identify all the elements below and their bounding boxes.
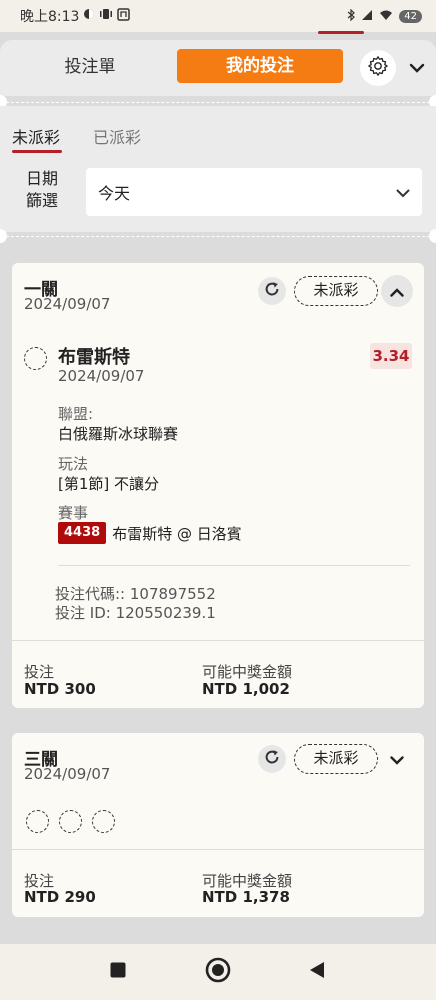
system-nav-bar (0, 944, 436, 1000)
divider (12, 640, 424, 641)
bet-date: 2024/09/07 (24, 765, 111, 783)
bet-code: 投注代碼:: 107897552 (55, 585, 216, 603)
expand-card-button[interactable] (384, 746, 410, 772)
square-nav-icon (110, 962, 126, 982)
selection-date: 2024/09/07 (58, 367, 145, 385)
league-label: 聯盟: (58, 405, 94, 423)
refresh-button[interactable] (258, 277, 286, 305)
payout-value: NTD 1,002 (202, 680, 290, 698)
bet-card: 三關 2024/09/07 未派彩 投注 NTD 290 可能中獎金額 NTD … (12, 733, 424, 917)
bet-header: 投注單 我的投注 (0, 40, 436, 96)
leg-indicator (92, 810, 115, 833)
vibrate-icon (99, 8, 113, 24)
payout-label: 可能中獎金額 (202, 663, 293, 681)
battery-indicator: 42 (399, 9, 422, 23)
bet-id: 投注 ID: 120550239.1 (55, 604, 216, 622)
event-label: 賽事 (58, 504, 89, 522)
stake-value: NTD 290 (24, 888, 96, 906)
bluetooth-icon (347, 8, 356, 24)
tab-my-bets[interactable]: 我的投注 (177, 49, 343, 83)
stake-value: NTD 300 (24, 680, 96, 698)
signal-icon (361, 9, 373, 24)
home-nav-icon (205, 957, 231, 987)
recents-button[interactable] (98, 952, 138, 992)
payout-value: NTD 1,378 (202, 888, 290, 906)
refresh-icon (263, 280, 281, 302)
ticket-separator (6, 102, 430, 103)
refresh-icon (263, 748, 281, 770)
tab-unsettled[interactable]: 未派彩 (12, 124, 60, 148)
tab-settled[interactable]: 已派彩 (93, 124, 141, 148)
refresh-button[interactable] (258, 745, 286, 773)
back-nav-icon (309, 961, 325, 983)
tab-bet-slip[interactable]: 投注單 (20, 52, 160, 82)
selection-radio[interactable] (24, 347, 47, 370)
dnd-icon (83, 8, 95, 24)
date-filter-label: 日期 篩選 (25, 169, 58, 210)
selection-name: 布雷斯特 (58, 347, 130, 368)
home-button[interactable] (198, 952, 238, 992)
date-filter-select[interactable]: 今天 (86, 168, 422, 216)
ticket-separator (6, 236, 430, 237)
bet-card: 一關 2024/09/07 未派彩 布雷斯特 2024/09/07 3.34 聯… (12, 263, 424, 708)
status-bar: 晚上8:13 42 (0, 0, 436, 32)
status-time: 晚上8:13 (20, 9, 80, 25)
chevron-down-icon (409, 58, 425, 77)
market-label: 玩法 (58, 455, 89, 473)
leg-indicator (59, 810, 82, 833)
chevron-up-icon (390, 282, 404, 301)
settings-button[interactable] (360, 50, 396, 86)
market-value: [第1節] 不讓分 (58, 475, 160, 493)
nfc-icon (117, 7, 131, 25)
leg-indicator (26, 810, 49, 833)
divider (12, 849, 424, 850)
collapse-card-button[interactable] (381, 275, 413, 307)
event-id-badge: 4438 (58, 522, 107, 544)
header-accent-line (318, 31, 364, 34)
status-badge: 未派彩 (294, 276, 378, 306)
stake-label: 投注 (24, 663, 55, 681)
status-badge: 未派彩 (294, 744, 378, 774)
league-value: 白俄羅斯冰球聯賽 (58, 425, 179, 443)
wifi-icon (379, 9, 393, 24)
active-tab-indicator (12, 150, 62, 153)
event-name: 布雷斯特 @ 日洛賓 (112, 524, 242, 543)
bet-date: 2024/09/07 (24, 295, 111, 313)
event-row: 4438 布雷斯特 @ 日洛賓 (58, 522, 242, 544)
back-button[interactable] (297, 952, 337, 992)
odds-badge: 3.34 (370, 343, 412, 369)
gear-icon (367, 55, 389, 81)
filter-area: 未派彩 已派彩 日期 篩選 今天 (0, 106, 436, 232)
ticket-notch (429, 229, 436, 243)
header-collapse-button[interactable] (404, 54, 430, 80)
divider (58, 565, 410, 566)
chevron-down-icon (390, 750, 404, 769)
chevron-down-icon (396, 183, 410, 202)
date-filter-value: 今天 (98, 184, 131, 203)
